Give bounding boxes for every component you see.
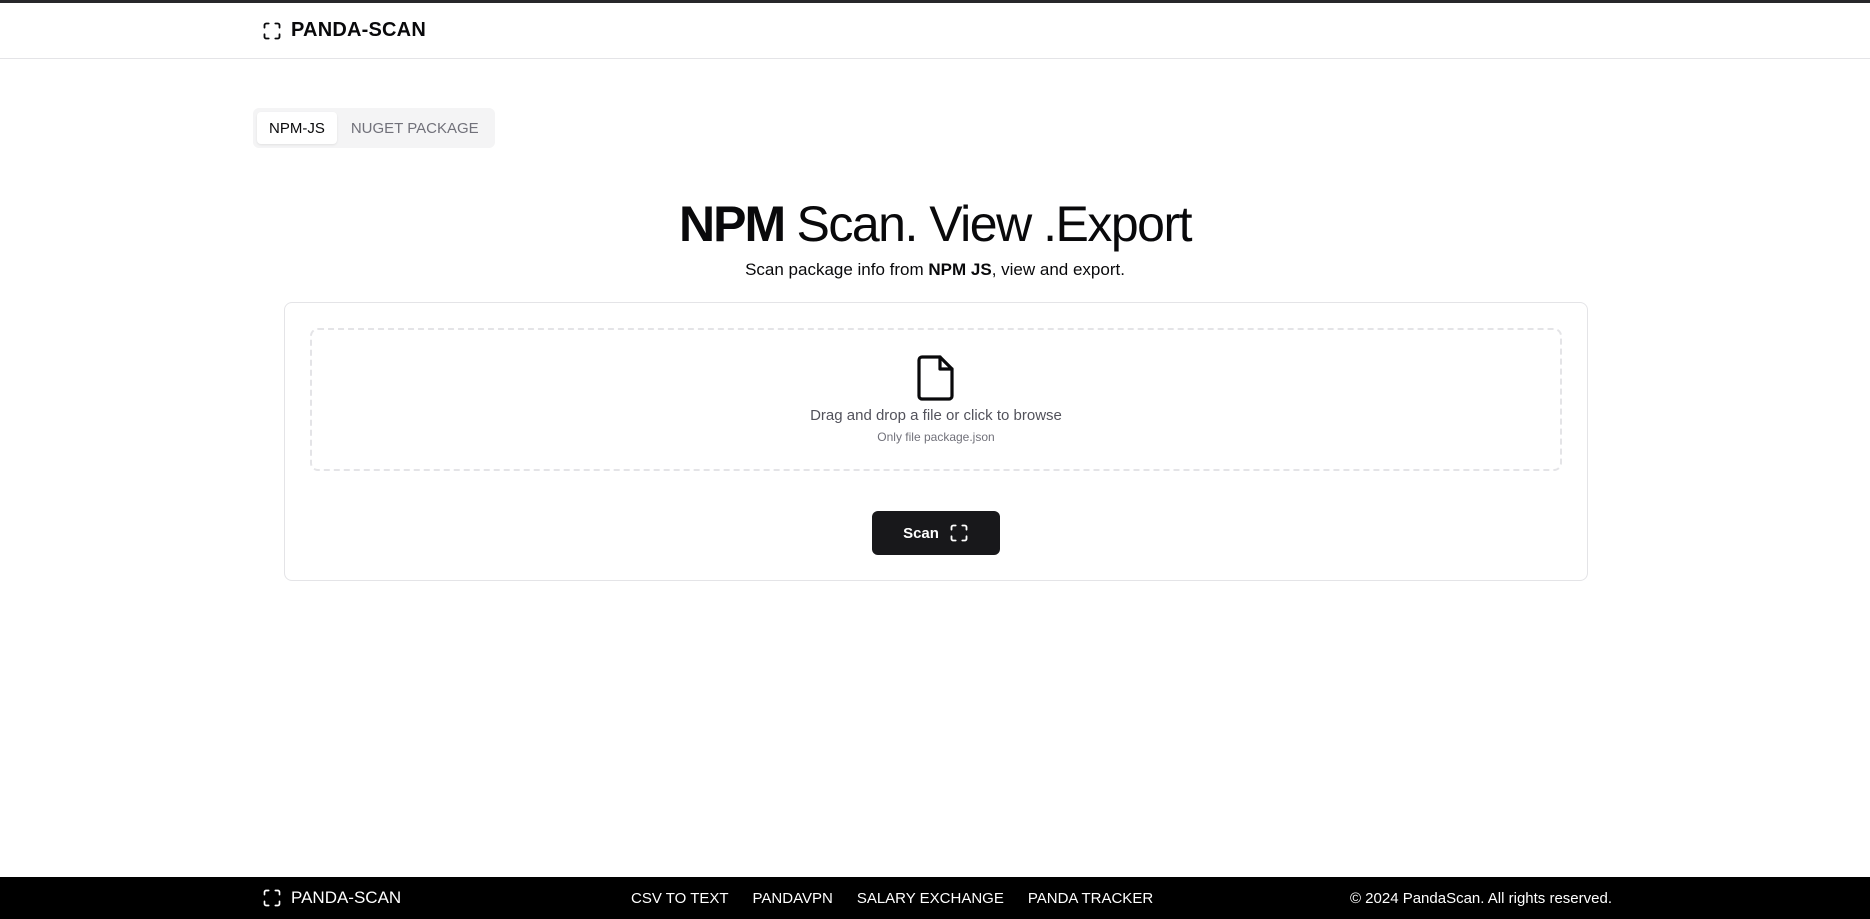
dropzone-title: Drag and drop a file or click to browse	[810, 407, 1062, 424]
file-dropzone[interactable]: Drag and drop a file or click to browse …	[310, 328, 1562, 471]
footer-link-pandavpn[interactable]: PANDAVPN	[753, 890, 833, 907]
site-header: PANDA-SCAN	[0, 3, 1870, 59]
subtitle-strong: NPM JS	[928, 260, 992, 279]
upload-card: Drag and drop a file or click to browse …	[284, 302, 1588, 581]
page-title-strong: NPM	[678, 196, 786, 252]
page-title-rest: Scan. View .Export	[784, 196, 1192, 252]
scan-frame-icon	[949, 523, 969, 543]
scan-frame-icon	[262, 21, 282, 41]
site-footer: PANDA-SCAN CSV TO TEXT PANDAVPN SALARY E…	[0, 877, 1870, 919]
scan-button-label: Scan	[903, 524, 939, 542]
page-subtitle: Scan package info from NPM JS, view and …	[0, 260, 1870, 280]
subtitle-after: , view and export.	[991, 260, 1125, 279]
footer-brand-link[interactable]: PANDA-SCAN	[262, 888, 401, 908]
footer-link-salary-exchange[interactable]: SALARY EXCHANGE	[857, 890, 1004, 907]
page-title: NPM Scan. View .Export	[0, 196, 1870, 252]
header-brand-link[interactable]: PANDA-SCAN	[262, 19, 426, 42]
tab-npm-js[interactable]: NPM-JS	[257, 112, 337, 144]
footer-brand-text: PANDA-SCAN	[291, 888, 402, 907]
tab-nuget-package[interactable]: NUGET PACKAGE	[339, 112, 491, 144]
hero-section: NPM Scan. View .Export Scan package info…	[0, 196, 1870, 280]
footer-nav: CSV TO TEXT PANDAVPN SALARY EXCHANGE PAN…	[631, 890, 1153, 907]
footer-copyright: © 2024 PandaScan. All rights reserved.	[1349, 890, 1612, 907]
dropzone-hint: Only file package.json	[877, 430, 995, 444]
footer-link-panda-tracker[interactable]: PANDA TRACKER	[1028, 890, 1153, 907]
scan-frame-icon	[262, 888, 282, 908]
scan-button[interactable]: Scan	[872, 511, 1000, 555]
file-icon	[916, 355, 956, 401]
footer-link-csv-to-text[interactable]: CSV TO TEXT	[631, 890, 729, 907]
package-type-tabs: NPM-JS NUGET PACKAGE	[253, 108, 495, 148]
subtitle-before: Scan package info from	[745, 260, 929, 279]
header-brand-text: PANDA-SCAN	[291, 19, 426, 41]
